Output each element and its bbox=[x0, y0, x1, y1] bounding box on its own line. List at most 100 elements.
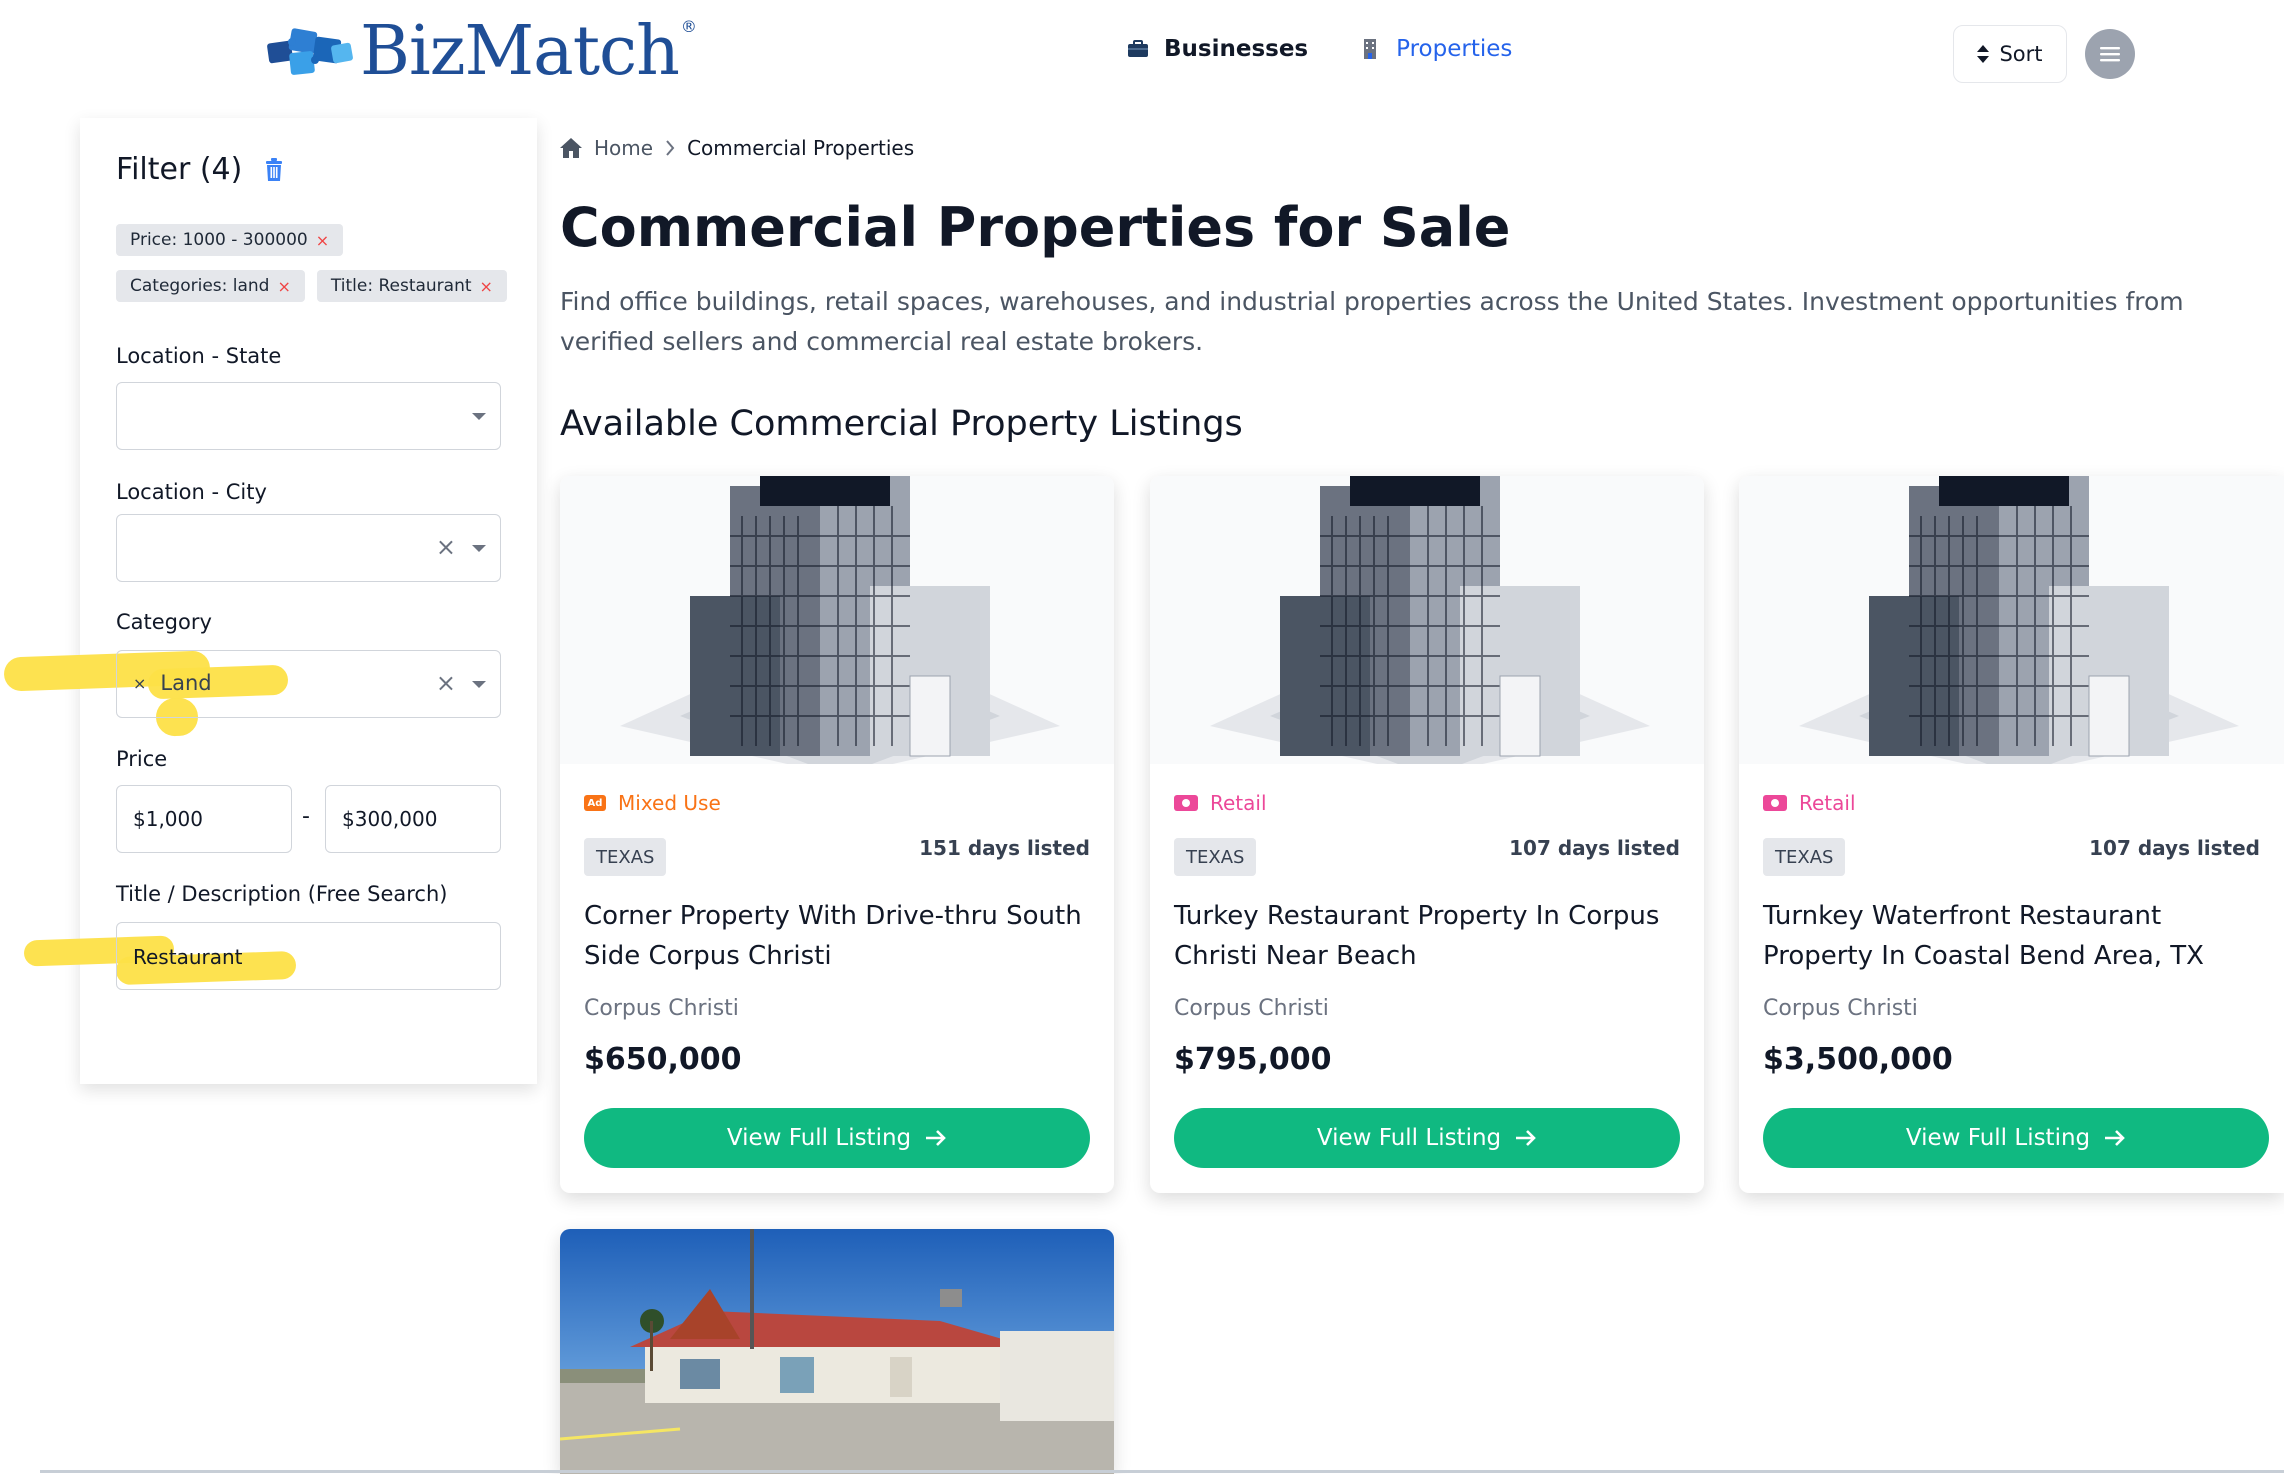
price-min-input[interactable]: $1,000 bbox=[116, 785, 292, 853]
puzzle-logo-icon bbox=[267, 28, 353, 75]
view-full-listing-button[interactable]: View Full Listing bbox=[1174, 1108, 1680, 1168]
building-icon bbox=[1364, 39, 1377, 59]
money-icon bbox=[1174, 795, 1198, 811]
top-header: BizMatch ® Businesses Properties Sort bbox=[0, 0, 2284, 108]
ad-icon: Ad bbox=[584, 795, 606, 811]
page-bottom-divider bbox=[40, 1470, 2284, 1473]
sort-icon bbox=[1977, 45, 1990, 63]
category-select[interactable]: × Land × bbox=[116, 650, 501, 718]
price-max-input[interactable]: $300,000 bbox=[325, 785, 501, 853]
state-select[interactable] bbox=[116, 382, 501, 450]
money-icon bbox=[1763, 795, 1787, 811]
listing-category-label: Mixed Use bbox=[618, 791, 721, 815]
remove-tag-icon[interactable]: × bbox=[133, 674, 146, 693]
filter-chip-category[interactable]: Categories: land × bbox=[116, 270, 305, 302]
filter-chip-title[interactable]: Title: Restaurant × bbox=[316, 270, 507, 302]
clear-icon[interactable]: × bbox=[436, 533, 456, 561]
listing-card[interactable]: Ad Mixed Use TEXAS 151 days listed Corne… bbox=[560, 476, 1114, 1193]
restaurant-photo[interactable] bbox=[560, 1229, 1114, 1474]
chevron-down-icon bbox=[472, 545, 486, 552]
search-input[interactable]: Restaurant bbox=[116, 922, 501, 990]
listing-category: Retail bbox=[1174, 791, 1267, 815]
filter-chip-label: Title: Restaurant bbox=[330, 276, 472, 296]
category-tag-label: Land bbox=[160, 671, 212, 695]
listing-price: $3,500,000 bbox=[1763, 1042, 1953, 1077]
state-badge: TEXAS bbox=[1174, 838, 1257, 876]
listing-card[interactable]: Retail TEXAS 107 days listed Turnkey Wat… bbox=[1739, 476, 2284, 1193]
nav-properties-label: Properties bbox=[1396, 36, 1513, 62]
main-nav: Businesses Properties bbox=[1126, 36, 1512, 62]
home-icon bbox=[560, 138, 582, 158]
breadcrumb-home[interactable]: Home bbox=[594, 136, 653, 160]
category-label: Category bbox=[116, 610, 212, 634]
listing-title[interactable]: Turnkey Waterfront Restaurant Property I… bbox=[1763, 896, 2273, 976]
view-full-listing-label: View Full Listing bbox=[1316, 1125, 1502, 1151]
breadcrumb-current: Commercial Properties bbox=[687, 136, 915, 160]
menu-button[interactable] bbox=[2085, 29, 2135, 79]
sort-button[interactable]: Sort bbox=[1953, 25, 2067, 83]
days-listed: 107 days listed bbox=[1509, 836, 1680, 860]
arrow-right-icon bbox=[2105, 1130, 2125, 1146]
listing-category-label: Retail bbox=[1210, 791, 1267, 815]
view-full-listing-label: View Full Listing bbox=[726, 1125, 912, 1151]
state-label: Location - State bbox=[116, 344, 282, 368]
remove-chip-icon[interactable]: × bbox=[480, 277, 493, 296]
listing-title[interactable]: Corner Property With Drive-thru South Si… bbox=[584, 896, 1094, 976]
page-description: Find office buildings, retail spaces, wa… bbox=[560, 287, 2184, 356]
remove-chip-icon[interactable]: × bbox=[316, 231, 329, 250]
city-select[interactable]: × bbox=[116, 514, 501, 582]
listing-price: $650,000 bbox=[584, 1042, 742, 1077]
registered-mark: ® bbox=[680, 16, 697, 36]
listing-category-label: Retail bbox=[1799, 791, 1856, 815]
chevron-down-icon bbox=[472, 681, 486, 688]
state-badge: TEXAS bbox=[584, 838, 667, 876]
filter-chip-price[interactable]: Price: 1000 - 300000 × bbox=[116, 224, 344, 256]
clear-icon[interactable]: × bbox=[436, 669, 456, 697]
city-label: Location - City bbox=[116, 480, 267, 504]
brand-name: BizMatch bbox=[360, 12, 680, 91]
filter-chip-label: Categories: land bbox=[130, 276, 270, 296]
listing-title[interactable]: Turkey Restaurant Property In Corpus Chr… bbox=[1174, 896, 1684, 976]
state-badge: TEXAS bbox=[1763, 838, 1846, 876]
view-full-listing-button[interactable]: View Full Listing bbox=[584, 1108, 1090, 1168]
category-tag: × Land bbox=[133, 671, 212, 695]
filter-title: Filter (4) bbox=[116, 152, 243, 187]
bizmatch-logo[interactable]: BizMatch ® bbox=[262, 12, 697, 91]
listing-card[interactable]: Retail TEXAS 107 days listed Turkey Rest… bbox=[1150, 476, 1704, 1193]
building-illustration bbox=[1150, 476, 1704, 776]
price-label: Price bbox=[116, 747, 168, 771]
filter-chip-label: Price: 1000 - 300000 bbox=[130, 230, 308, 250]
listing-city: Corpus Christi bbox=[584, 996, 739, 1021]
nav-properties[interactable]: Properties bbox=[1358, 36, 1512, 62]
price-separator: - bbox=[302, 804, 310, 829]
view-full-listing-button[interactable]: View Full Listing bbox=[1763, 1108, 2269, 1168]
view-full-listing-label: View Full Listing bbox=[1905, 1125, 2091, 1151]
sort-label: Sort bbox=[1999, 42, 2043, 66]
listing-city: Corpus Christi bbox=[1763, 996, 1918, 1021]
briefcase-icon bbox=[1128, 40, 1148, 57]
trash-icon[interactable] bbox=[264, 157, 284, 182]
nav-businesses-label: Businesses bbox=[1164, 36, 1309, 62]
arrow-right-icon bbox=[926, 1130, 946, 1146]
breadcrumb: Home Commercial Properties bbox=[560, 136, 914, 160]
listing-image[interactable] bbox=[560, 476, 1114, 776]
days-listed: 107 days listed bbox=[2089, 836, 2260, 860]
days-listed: 151 days listed bbox=[919, 836, 1090, 860]
active-filter-chips: Price: 1000 - 300000 × Categories: land … bbox=[116, 224, 516, 316]
filter-sidebar: Filter (4) Price: 1000 - 300000 × Catego… bbox=[3, 118, 537, 1084]
building-illustration bbox=[1739, 476, 2284, 776]
remove-chip-icon[interactable]: × bbox=[277, 277, 290, 296]
listing-card[interactable] bbox=[560, 1229, 1114, 1474]
search-input-value: Restaurant bbox=[133, 945, 243, 969]
listing-image[interactable] bbox=[1739, 476, 2284, 776]
filter-header: Filter (4) bbox=[116, 152, 284, 187]
listing-image[interactable] bbox=[1150, 476, 1704, 776]
listing-price: $795,000 bbox=[1174, 1042, 1332, 1077]
nav-businesses[interactable]: Businesses bbox=[1126, 36, 1308, 62]
chevron-down-icon bbox=[472, 413, 486, 420]
page-title: Commercial Properties for Sale bbox=[560, 196, 1511, 259]
listing-category: Retail bbox=[1763, 791, 1856, 815]
building-illustration bbox=[560, 476, 1114, 776]
section-title: Available Commercial Property Listings bbox=[560, 404, 1243, 444]
listing-category: Ad Mixed Use bbox=[584, 791, 721, 815]
